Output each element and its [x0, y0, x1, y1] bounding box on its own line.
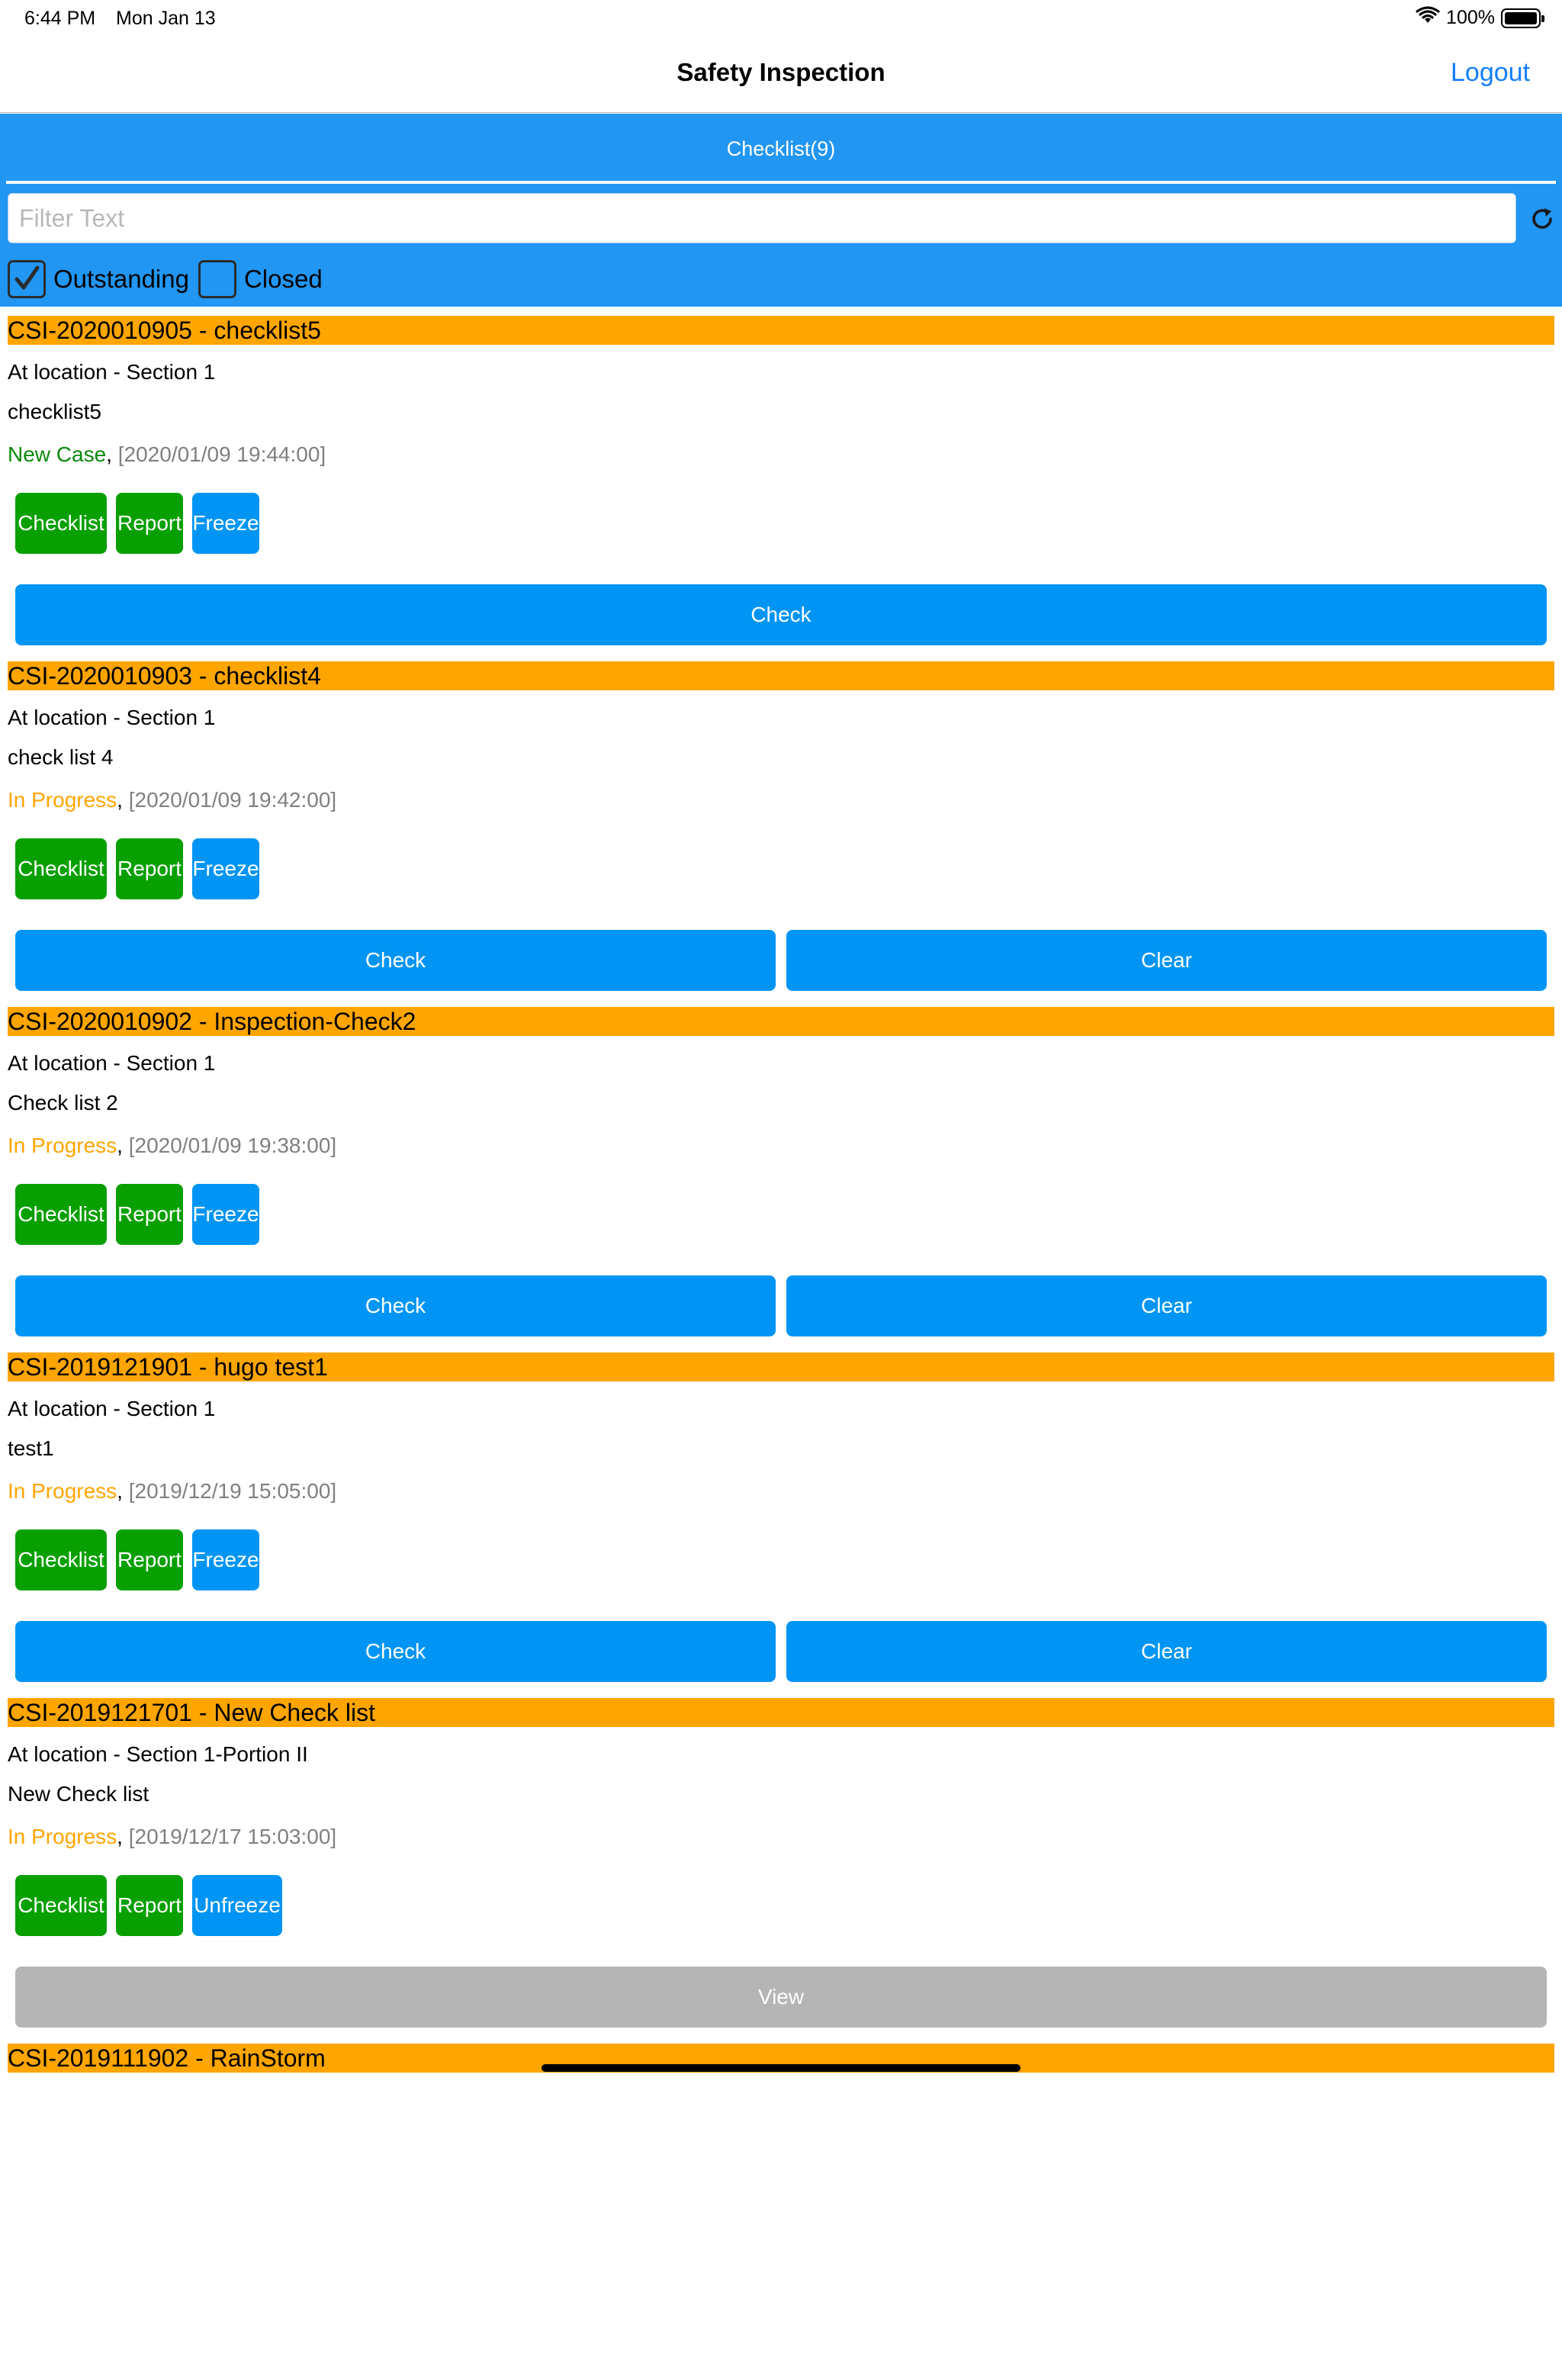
checklist-card: CSI-2019121901 - hugo test1 At location …	[0, 1343, 1562, 1689]
outstanding-label: Outstanding	[53, 265, 189, 293]
battery-icon	[1501, 8, 1544, 28]
card-title[interactable]: CSI-2020010903 - checklist4	[8, 661, 1554, 690]
freeze-button[interactable]: Freeze	[192, 1529, 259, 1590]
outstanding-checkbox[interactable]	[8, 260, 46, 298]
checklist-card: CSI-2019111902 - RainStorm	[0, 2034, 1562, 2380]
status-timestamp: [2020/01/09 19:42:00]	[128, 788, 337, 812]
report-button[interactable]: Report	[116, 1184, 183, 1245]
checklist-card: CSI-2020010905 - checklist5 At location …	[0, 307, 1562, 652]
status-bar: 6:44 PM Mon Jan 13 100%	[0, 0, 1562, 37]
wifi-icon	[1416, 6, 1440, 30]
report-button[interactable]: Report	[116, 1875, 183, 1936]
check-button[interactable]: Check	[15, 930, 776, 991]
clear-button[interactable]: Clear	[786, 1275, 1547, 1336]
card-description: check list 4	[8, 745, 114, 769]
home-indicator[interactable]	[542, 2064, 1020, 2072]
checklist-button[interactable]: Checklist	[15, 1875, 107, 1936]
card-status-line: In Progress, [2020/01/09 19:38:00]	[8, 1134, 337, 1157]
battery-percent: 100%	[1446, 7, 1495, 28]
checklist-button[interactable]: Checklist	[15, 1184, 107, 1245]
card-description: New Check list	[8, 1782, 149, 1806]
status-timestamp: [2019/12/19 15:05:00]	[128, 1479, 337, 1503]
freeze-button[interactable]: Freeze	[192, 493, 259, 554]
card-actions: Check Clear	[15, 1275, 1547, 1336]
status-timestamp: [2020/01/09 19:38:00]	[128, 1134, 337, 1157]
card-buttons: Checklist Report Freeze	[15, 838, 259, 899]
status-filters: Outstanding Closed	[8, 260, 332, 298]
card-status-line: In Progress, [2019/12/17 15:03:00]	[8, 1825, 337, 1848]
card-description: Check list 2	[8, 1091, 118, 1114]
refresh-icon[interactable]	[1528, 205, 1556, 233]
checklist-button[interactable]: Checklist	[15, 1529, 107, 1590]
card-actions: Check Clear	[15, 1621, 1547, 1682]
status-text: In Progress	[8, 788, 117, 812]
status-text: In Progress	[8, 1825, 117, 1848]
card-buttons: Checklist Report Freeze	[15, 493, 259, 554]
card-location: At location - Section 1	[8, 706, 216, 729]
freeze-button[interactable]: Freeze	[192, 838, 259, 899]
checkmark-icon	[14, 265, 40, 290]
status-timestamp: [2020/01/09 19:44:00]	[117, 442, 326, 466]
clear-button[interactable]: Clear	[786, 1621, 1547, 1682]
card-actions: Check	[15, 584, 1547, 645]
card-description: checklist5	[8, 400, 101, 423]
navigation-bar: Safety Inspection Logout	[0, 37, 1562, 113]
checklist-card: CSI-2019121701 - New Check list At locat…	[0, 1689, 1562, 2034]
view-button[interactable]: View	[15, 1967, 1547, 2028]
card-actions: Check Clear	[15, 930, 1547, 991]
card-status-line: In Progress, [2019/12/19 15:05:00]	[8, 1479, 337, 1503]
checklist-button[interactable]: Checklist	[15, 838, 107, 899]
page-title: Safety Inspection	[677, 58, 885, 86]
card-status-line: New Case, [2020/01/09 19:44:00]	[8, 442, 326, 466]
report-button[interactable]: Report	[116, 493, 183, 554]
card-title[interactable]: CSI-2019121701 - New Check list	[8, 1698, 1554, 1727]
closed-label: Closed	[243, 265, 323, 293]
checklist-card: CSI-2020010902 - Inspection-Check2 At lo…	[0, 998, 1562, 1343]
status-date: Mon Jan 13	[116, 8, 216, 29]
card-buttons: Checklist Report Freeze	[15, 1529, 259, 1590]
status-time: 6:44 PM	[24, 8, 96, 29]
status-timestamp: [2019/12/17 15:03:00]	[128, 1825, 337, 1848]
card-location: At location - Section 1	[8, 360, 216, 384]
status-indicators: 100%	[1416, 6, 1544, 30]
card-location: At location - Section 1	[8, 1051, 216, 1075]
report-button[interactable]: Report	[116, 1529, 183, 1590]
card-title[interactable]: CSI-2019121901 - hugo test1	[8, 1352, 1554, 1381]
closed-checkbox[interactable]	[198, 260, 236, 298]
card-status-line: In Progress, [2020/01/09 19:42:00]	[8, 788, 337, 812]
filter-input[interactable]	[8, 193, 1516, 243]
checklist-button[interactable]: Checklist	[15, 493, 107, 554]
card-title[interactable]: CSI-2020010905 - checklist5	[8, 316, 1554, 345]
tab-checklist[interactable]: Checklist(9)	[6, 114, 1556, 184]
checklist-card: CSI-2020010903 - checklist4 At location …	[0, 652, 1562, 998]
card-location: At location - Section 1-Portion II	[8, 1742, 308, 1766]
unfreeze-button[interactable]: Unfreeze	[192, 1875, 282, 1936]
check-button[interactable]: Check	[15, 1275, 776, 1336]
check-button[interactable]: Check	[15, 584, 1547, 645]
logout-button[interactable]: Logout	[1451, 58, 1530, 88]
card-description: test1	[8, 1436, 54, 1460]
list-header: Checklist(9) Outstanding Closed	[0, 114, 1562, 307]
freeze-button[interactable]: Freeze	[192, 1184, 259, 1245]
report-button[interactable]: Report	[116, 838, 183, 899]
check-button[interactable]: Check	[15, 1621, 776, 1682]
card-actions: View	[15, 1967, 1547, 2028]
clear-button[interactable]: Clear	[786, 930, 1547, 991]
card-title[interactable]: CSI-2020010902 - Inspection-Check2	[8, 1007, 1554, 1036]
card-buttons: Checklist Report Unfreeze	[15, 1875, 282, 1936]
status-text: In Progress	[8, 1479, 117, 1503]
card-location: At location - Section 1	[8, 1397, 216, 1420]
status-text: In Progress	[8, 1134, 117, 1157]
status-text: New Case	[8, 442, 107, 466]
card-buttons: Checklist Report Freeze	[15, 1184, 259, 1245]
